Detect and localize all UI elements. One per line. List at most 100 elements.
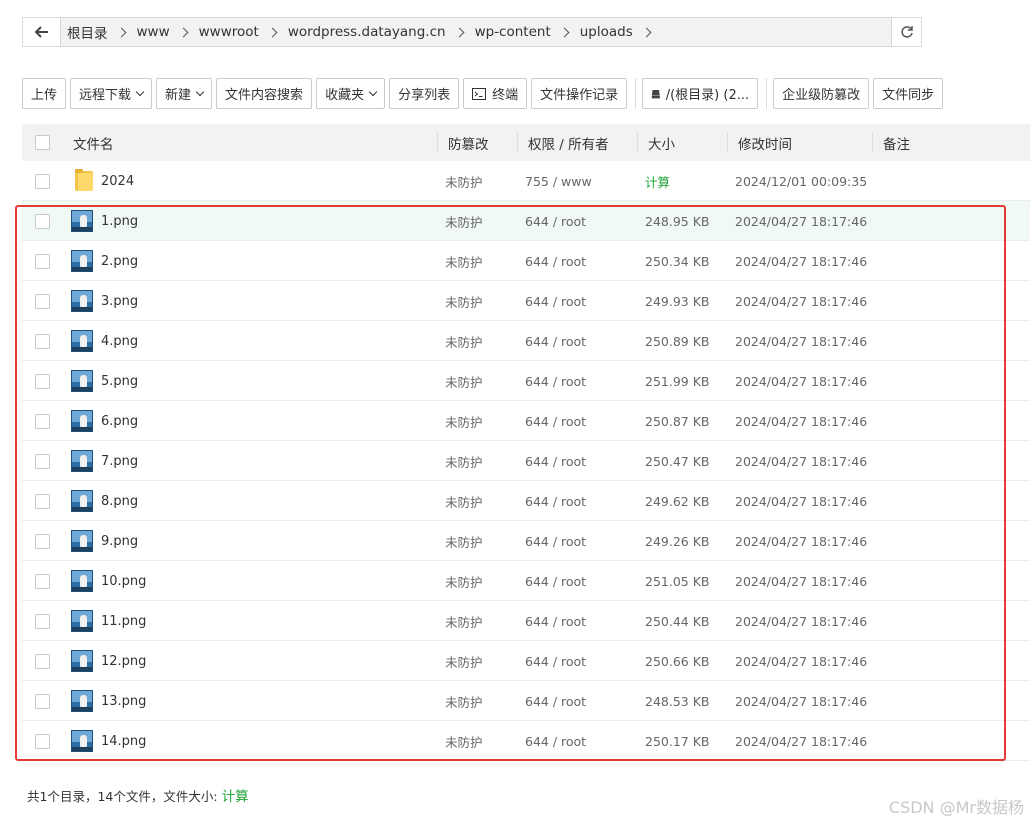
protect-status[interactable]: 未防护 — [445, 521, 483, 561]
back-button[interactable] — [23, 18, 61, 46]
breadcrumb-item-wp-content[interactable]: wp-content — [475, 24, 580, 40]
permission-owner[interactable]: 644 / root — [525, 521, 586, 561]
calc-total-size-link[interactable]: 计算 — [222, 785, 249, 805]
permission-owner[interactable]: 644 / root — [525, 561, 586, 601]
protect-status[interactable]: 未防护 — [445, 601, 483, 641]
permission-owner[interactable]: 644 / root — [525, 721, 586, 761]
protect-status[interactable]: 未防护 — [445, 481, 483, 521]
table-row[interactable]: 1.png 未防护 644 / root 248.95 KB 2024/04/27 18… — [22, 201, 1030, 241]
row-checkbox[interactable] — [35, 453, 50, 469]
table-row[interactable]: 10.png 未防护 644 / root 251.05 KB 2024/04/27 1… — [22, 561, 1030, 601]
file-name[interactable]: 12.png — [101, 641, 146, 681]
refresh-button[interactable] — [891, 18, 921, 46]
table-row[interactable]: 7.png 未防护 644 / root 250.47 KB 2024/04/27 18… — [22, 441, 1030, 481]
breadcrumb-item-wwwroot[interactable]: wwwroot — [199, 24, 288, 40]
table-row[interactable]: 5.png 未防护 644 / root 251.99 KB 2024/04/27 18… — [22, 361, 1030, 401]
favorites-button[interactable]: 收藏夹 — [316, 78, 386, 109]
file-sync-button[interactable]: 文件同步 — [873, 78, 944, 109]
row-checkbox[interactable] — [35, 173, 50, 189]
protect-status[interactable]: 未防护 — [445, 241, 483, 281]
file-name[interactable]: 11.png — [101, 601, 146, 641]
permission-owner[interactable]: 644 / root — [525, 241, 586, 281]
terminal-button[interactable]: 终端 — [463, 78, 528, 109]
file-name[interactable]: 14.png — [101, 721, 146, 761]
table-row[interactable]: 12.png 未防护 644 / root 250.66 KB 2024/04/27 1… — [22, 641, 1030, 681]
permission-owner[interactable]: 644 / root — [525, 681, 586, 721]
protect-status[interactable]: 未防护 — [445, 441, 483, 481]
table-row[interactable]: 2.png 未防护 644 / root 250.34 KB 2024/04/27 18… — [22, 241, 1030, 281]
folder-row[interactable]: 2024 未防护 755 / www 计算 2024/12/01 00:09:35 — [22, 161, 1030, 201]
protect-status[interactable]: 未防护 — [445, 681, 483, 721]
permission-owner[interactable]: 644 / root — [525, 321, 586, 361]
new-button[interactable]: 新建 — [156, 78, 213, 109]
table-row[interactable]: 14.png 未防护 644 / root 250.17 KB 2024/04/27 1… — [22, 721, 1030, 761]
file-name[interactable]: 10.png — [101, 561, 146, 601]
row-checkbox[interactable] — [35, 653, 50, 669]
upload-button[interactable]: 上传 — [22, 78, 67, 109]
disk-button[interactable]: /(根目录) (2... — [642, 78, 759, 109]
protect-status[interactable]: 未防护 — [445, 201, 483, 241]
file-name[interactable]: 3.png — [101, 281, 138, 321]
permission-owner[interactable]: 644 / root — [525, 481, 586, 521]
row-checkbox[interactable] — [35, 293, 50, 309]
permission-owner[interactable]: 644 / root — [525, 641, 586, 681]
file-name[interactable]: 8.png — [101, 481, 138, 521]
file-name[interactable]: 4.png — [101, 321, 138, 361]
permission-owner[interactable]: 644 / root — [525, 361, 586, 401]
file-name[interactable]: 7.png — [101, 441, 138, 481]
table-row[interactable]: 4.png 未防护 644 / root 250.89 KB 2024/04/27 18… — [22, 321, 1030, 361]
protect-status[interactable]: 未防护 — [445, 361, 483, 401]
row-checkbox[interactable] — [35, 493, 50, 509]
share-list-button[interactable]: 分享列表 — [389, 78, 460, 109]
permission-owner[interactable]: 644 / root — [525, 601, 586, 641]
row-checkbox[interactable] — [35, 573, 50, 589]
protect-status[interactable]: 未防护 — [445, 281, 483, 321]
file-name[interactable]: 13.png — [101, 681, 146, 721]
row-checkbox[interactable] — [35, 413, 50, 429]
permission-owner[interactable]: 755 / www — [525, 161, 592, 201]
file-name[interactable]: 1.png — [101, 201, 138, 241]
row-checkbox[interactable] — [35, 373, 50, 389]
table-row[interactable]: 11.png 未防护 644 / root 250.44 KB 2024/04/27 1… — [22, 601, 1030, 641]
row-checkbox[interactable] — [35, 693, 50, 709]
file-name[interactable]: 2024 — [101, 161, 134, 201]
permission-owner[interactable]: 644 / root — [525, 201, 586, 241]
row-checkbox[interactable] — [35, 613, 50, 629]
breadcrumb-item-site[interactable]: wordpress.datayang.cn — [288, 24, 475, 40]
file-name[interactable]: 9.png — [101, 521, 138, 561]
permission-owner[interactable]: 644 / root — [525, 441, 586, 481]
row-checkbox[interactable] — [35, 333, 50, 349]
file-name[interactable]: 6.png — [101, 401, 138, 441]
row-checkbox[interactable] — [35, 213, 50, 229]
file-name[interactable]: 5.png — [101, 361, 138, 401]
table-row[interactable]: 6.png 未防护 644 / root 250.87 KB 2024/04/27 18… — [22, 401, 1030, 441]
table-row[interactable]: 3.png 未防护 644 / root 249.93 KB 2024/04/27 18… — [22, 281, 1030, 321]
col-header-perm[interactable]: 权限 / 所有者 — [528, 124, 609, 161]
breadcrumb-item-www[interactable]: www — [137, 24, 199, 40]
table-row[interactable]: 9.png 未防护 644 / root 249.26 KB 2024/04/27 18… — [22, 521, 1030, 561]
breadcrumb-item-root[interactable]: 根目录 — [67, 22, 137, 42]
col-header-name[interactable]: 文件名 — [73, 124, 114, 161]
file-name[interactable]: 2.png — [101, 241, 138, 281]
protect-status[interactable]: 未防护 — [445, 161, 483, 201]
select-all-checkbox[interactable] — [35, 135, 50, 150]
col-header-protect[interactable]: 防篡改 — [448, 124, 489, 161]
col-header-mtime[interactable]: 修改时间 — [738, 124, 792, 161]
protect-status[interactable]: 未防护 — [445, 321, 483, 361]
operation-log-button[interactable]: 文件操作记录 — [531, 78, 628, 109]
breadcrumb-item-uploads[interactable]: uploads — [580, 24, 662, 40]
table-row[interactable]: 8.png 未防护 644 / root 249.62 KB 2024/04/27 18… — [22, 481, 1030, 521]
protect-status[interactable]: 未防护 — [445, 401, 483, 441]
row-checkbox[interactable] — [35, 733, 50, 749]
table-row[interactable]: 13.png 未防护 644 / root 248.53 KB 2024/04/27 1… — [22, 681, 1030, 721]
protect-status[interactable]: 未防护 — [445, 641, 483, 681]
content-search-button[interactable]: 文件内容搜索 — [216, 78, 313, 109]
tamper-proof-button[interactable]: 企业级防篡改 — [773, 78, 870, 109]
col-header-note[interactable]: 备注 — [883, 124, 910, 161]
permission-owner[interactable]: 644 / root — [525, 401, 586, 441]
permission-owner[interactable]: 644 / root — [525, 281, 586, 321]
remote-download-button[interactable]: 远程下载 — [70, 78, 153, 109]
protect-status[interactable]: 未防护 — [445, 721, 483, 761]
row-checkbox[interactable] — [35, 253, 50, 269]
row-checkbox[interactable] — [35, 533, 50, 549]
